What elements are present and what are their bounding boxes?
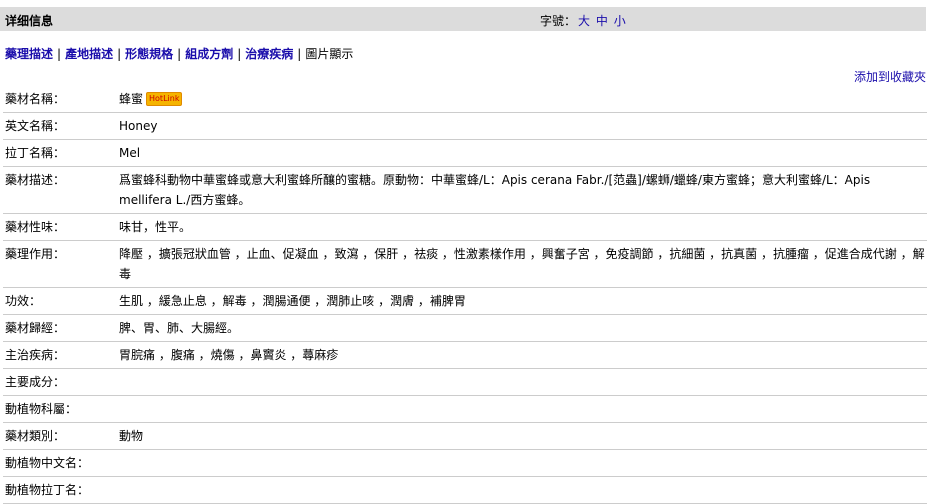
row-label: 藥理作用： <box>3 240 117 288</box>
table-row: 藥材性味： 味甘，性平。 <box>3 213 927 241</box>
tab-separator: | <box>117 47 122 61</box>
font-size-label: 字號： <box>540 14 577 28</box>
hotlink-badge[interactable]: HotLink <box>146 92 183 106</box>
herb-info-table: 藥材名稱： 蜂蜜 HotLink 英文名稱： Honey 拉丁名稱： Mel 藥材… <box>3 86 927 504</box>
tab-images[interactable]: 圖片顯示 <box>305 47 353 61</box>
tab-pharmacology[interactable]: 藥理描述 <box>5 47 53 61</box>
table-row: 藥材類別： 動物 <box>3 422 927 450</box>
row-label: 主要成分： <box>3 368 117 396</box>
table-row: 藥理作用： 降壓 ，擴張冠狀血管 ，止血、促凝血 ，致瀉 ，保肝 ，祛痰 ，性激… <box>3 240 927 288</box>
row-value <box>117 368 927 396</box>
row-value: 胃脘痛 ，腹痛 ，燒傷 ，鼻竇炎 ，蕁麻疹 <box>117 341 927 369</box>
tab-separator: | <box>237 47 242 61</box>
row-value: 味甘，性平。 <box>117 213 927 241</box>
table-row: 拉丁名稱： Mel <box>3 139 927 167</box>
tab-diseases[interactable]: 治療疾病 <box>245 47 293 61</box>
font-size-large-link[interactable]: 大 <box>578 14 590 28</box>
tab-separator: | <box>297 47 302 61</box>
font-size-small-link[interactable]: 小 <box>614 14 626 28</box>
row-value: 脾、胃、肺、大腸經。 <box>117 314 927 342</box>
row-value: 動物 <box>117 422 927 450</box>
add-to-favorites-link[interactable]: 添加到收藏夾 <box>854 68 926 85</box>
table-row: 主治疾病： 胃脘痛 ，腹痛 ，燒傷 ，鼻竇炎 ，蕁麻疹 <box>3 341 927 369</box>
table-row: 藥材名稱： 蜂蜜 HotLink <box>3 86 927 113</box>
table-row: 動植物拉丁名： <box>3 476 927 504</box>
row-value: Honey <box>117 112 927 140</box>
font-size-medium-link[interactable]: 中 <box>596 14 608 28</box>
row-value <box>117 476 927 504</box>
row-label: 藥材描述： <box>3 166 117 214</box>
table-row: 主要成分： <box>3 368 927 396</box>
section-tabs: 藥理描述 | 產地描述 | 形態規格 | 組成方劑 | 治療疾病 | 圖片顯示 <box>5 45 353 62</box>
tab-separator: | <box>57 47 62 61</box>
table-row: 動植物科屬： <box>3 395 927 423</box>
row-label: 拉丁名稱： <box>3 139 117 167</box>
row-label: 藥材類別： <box>3 422 117 450</box>
detail-header-bar: 详细信息 字號：大 中 小 <box>0 7 926 31</box>
row-value <box>117 395 927 423</box>
herb-name: 蜂蜜 <box>119 92 144 106</box>
tab-morphology[interactable]: 形態規格 <box>125 47 173 61</box>
row-label: 藥材名稱： <box>3 86 117 113</box>
row-value: 降壓 ，擴張冠狀血管 ，止血、促凝血 ，致瀉 ，保肝 ，祛痰 ，性激素樣作用 ，… <box>117 240 927 288</box>
table-row: 動植物中文名： <box>3 449 927 477</box>
row-label: 英文名稱： <box>3 112 117 140</box>
tab-prescriptions[interactable]: 組成方劑 <box>185 47 233 61</box>
table-row: 英文名稱： Honey <box>3 112 927 140</box>
tab-origin[interactable]: 產地描述 <box>65 47 113 61</box>
tab-separator: | <box>177 47 182 61</box>
row-value <box>117 449 927 477</box>
row-value: 生肌 ，緩急止息 ，解毒 ，潤腸通便 ，潤肺止咳 ，潤膚 ，補脾胃 <box>117 287 927 315</box>
table-row: 功效： 生肌 ，緩急止息 ，解毒 ，潤腸通便 ，潤肺止咳 ，潤膚 ，補脾胃 <box>3 287 927 315</box>
row-value: Mel <box>117 139 927 167</box>
row-label: 藥材性味： <box>3 213 117 241</box>
row-value: 蜂蜜 HotLink <box>117 86 927 113</box>
font-size-selector: 字號：大 中 小 <box>540 12 626 29</box>
row-value: 爲蜜蜂科動物中華蜜蜂或意大利蜜蜂所釀的蜜糖。原動物：中華蜜蜂/L：Apis ce… <box>117 166 927 214</box>
row-label: 主治疾病： <box>3 341 117 369</box>
row-label: 動植物拉丁名： <box>3 476 117 504</box>
table-row: 藥材描述： 爲蜜蜂科動物中華蜜蜂或意大利蜜蜂所釀的蜜糖。原動物：中華蜜蜂/L：A… <box>3 166 927 214</box>
page-title: 详细信息 <box>5 14 54 28</box>
row-label: 藥材歸經： <box>3 314 117 342</box>
row-label: 動植物中文名： <box>3 449 117 477</box>
row-label: 功效： <box>3 287 117 315</box>
row-label: 動植物科屬： <box>3 395 117 423</box>
table-row: 藥材歸經： 脾、胃、肺、大腸經。 <box>3 314 927 342</box>
